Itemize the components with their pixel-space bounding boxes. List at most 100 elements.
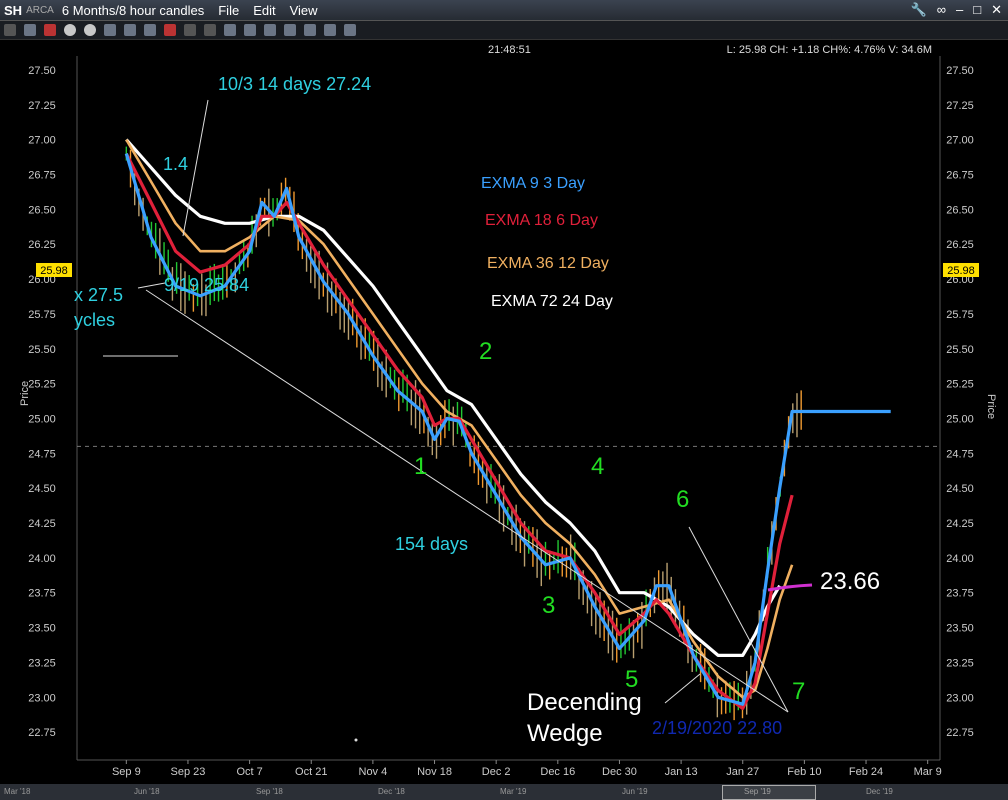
y-tick-left: 24.75 — [28, 448, 56, 460]
bars-icon[interactable] — [124, 24, 136, 36]
menu-edit[interactable]: Edit — [253, 3, 275, 18]
chart-toolbar — [0, 21, 1008, 40]
quote-readout: L: 25.98 CH: +1.18 CH%: 4.76% V: 34.6M — [727, 44, 932, 56]
y-tick-right: 24.25 — [946, 518, 974, 530]
time-navigator[interactable]: Mar '18 Jun '18 Sep '18 Dec '18 Mar '19 Jun '… — [0, 784, 1008, 800]
x-tick-label: Nov 18 — [417, 766, 452, 778]
annotation-level: 23.66 — [820, 568, 880, 595]
y-tick-left: 22.75 — [28, 727, 56, 739]
y-tick-left: 26.25 — [28, 239, 56, 251]
y-tick-right: 24.50 — [946, 483, 974, 495]
circle-icon[interactable] — [64, 24, 76, 36]
x-tick-label: Mar 9 — [914, 766, 942, 778]
menu-file[interactable]: File — [218, 3, 239, 18]
fib-icon[interactable] — [304, 24, 316, 36]
annotation-left-2: ycles — [74, 310, 115, 330]
y-tick-right: 25.25 — [946, 379, 974, 391]
dot-icon[interactable] — [84, 24, 96, 36]
time-range-handle[interactable] — [722, 785, 816, 800]
y-tick-left: 23.25 — [28, 657, 56, 669]
y-tick-left: 25.75 — [28, 309, 56, 321]
menu-bar: SH ARCA 6 Months/8 hour candles File Edi… — [0, 0, 1008, 21]
trendline-icon[interactable] — [204, 24, 216, 36]
timebar-label: Jun '18 — [134, 787, 160, 796]
x-tick-label: Feb 10 — [787, 766, 821, 778]
y-tick-right: 27.00 — [946, 135, 974, 147]
annotation-low: 9/19 25.84 — [164, 275, 249, 295]
annotation-small: 1.4 — [163, 154, 188, 174]
last-price-text-right: 25.98 — [947, 265, 975, 277]
x-tick-label: Nov 4 — [359, 766, 388, 778]
legend-exma-36: EXMA 36 12 Day — [487, 255, 609, 272]
price-axis-label-left: Price — [19, 381, 31, 406]
menu-view[interactable]: View — [290, 3, 318, 18]
legend-exma-18: EXMA 18 6 Day — [485, 212, 598, 229]
y-tick-right: 25.75 — [946, 309, 974, 321]
maximize-icon[interactable]: □ — [973, 2, 981, 18]
candles-icon[interactable] — [144, 24, 156, 36]
y-tick-left: 26.75 — [28, 169, 56, 181]
y-tick-left: 23.00 — [28, 692, 56, 704]
x-tick-label: Jan 27 — [726, 766, 759, 778]
price-axis-label-right: Price — [985, 394, 997, 419]
y-tick-right: 26.25 — [946, 239, 974, 251]
chart-type-icon[interactable] — [104, 24, 116, 36]
y-tick-right: 22.75 — [946, 727, 974, 739]
pin-icon[interactable] — [4, 24, 16, 36]
legend-exma-9: EXMA 9 3 Day — [481, 175, 585, 192]
exchange-label: ARCA — [26, 4, 54, 16]
y-tick-left: 23.50 — [28, 623, 56, 635]
indicator-icon[interactable] — [164, 24, 176, 36]
wrench-icon[interactable]: 🔧 — [911, 2, 927, 18]
y-tick-left: 24.50 — [28, 483, 56, 495]
x-tick-label: Sep 23 — [171, 766, 206, 778]
alert-icon[interactable] — [44, 24, 56, 36]
y-tick-right: 27.50 — [946, 65, 974, 77]
x-tick-label: Feb 24 — [849, 766, 883, 778]
y-tick-right: 24.00 — [946, 553, 974, 565]
last-price-text-left: 25.98 — [40, 265, 68, 277]
undo-icon[interactable] — [224, 24, 236, 36]
y-tick-left: 24.00 — [28, 553, 56, 565]
annotation-duration: 154 days — [395, 534, 468, 554]
y-tick-right: 26.50 — [946, 204, 974, 216]
x-tick-label: Dec 2 — [482, 766, 511, 778]
legend-exma-72: EXMA 72 24 Day — [491, 293, 613, 310]
annotation-top: 10/3 14 days 27.24 — [218, 74, 371, 94]
timebar-label: Sep '18 — [256, 787, 283, 796]
minimize-icon[interactable]: – — [956, 2, 963, 18]
y-tick-left: 25.25 — [28, 379, 56, 391]
redo-icon[interactable] — [244, 24, 256, 36]
settings-icon[interactable] — [344, 24, 356, 36]
zoom-out-icon[interactable] — [284, 24, 296, 36]
text-icon[interactable] — [324, 24, 336, 36]
wave-label-4: 4 — [591, 453, 604, 480]
x-tick-label: Sep 9 — [112, 766, 141, 778]
symbol-label[interactable]: SH — [4, 3, 22, 18]
stray-dot — [354, 738, 358, 742]
grid-icon[interactable] — [24, 24, 36, 36]
y-tick-left: 23.75 — [28, 588, 56, 600]
zoom-in-icon[interactable] — [264, 24, 276, 36]
timeframe-selector[interactable]: 6 Months/8 hour candles — [62, 3, 204, 18]
y-tick-right: 25.00 — [946, 413, 974, 425]
y-tick-right: 23.75 — [946, 588, 974, 600]
timebar-label: Mar '19 — [500, 787, 527, 796]
x-tick-label: Jan 13 — [665, 766, 698, 778]
crosshair-icon[interactable] — [184, 24, 196, 36]
x-tick-label: Dec 16 — [540, 766, 575, 778]
y-tick-left: 27.50 — [28, 65, 56, 77]
x-tick-label: Oct 7 — [236, 766, 262, 778]
wave-label-2: 2 — [479, 338, 492, 365]
link-icon[interactable]: ∞ — [937, 2, 946, 18]
annotation-left-1: x 27.5 — [74, 285, 123, 305]
timebar-label: Jun '19 — [622, 787, 648, 796]
wave-label-5: 5 — [625, 666, 638, 693]
x-tick-label: Oct 21 — [295, 766, 327, 778]
timebar-label: Dec '18 — [378, 787, 405, 796]
y-tick-left: 27.00 — [28, 135, 56, 147]
price-chart[interactable]: 27.50 27.50 27.25 27.25 27.00 27.00 26.75 26.75… — [0, 40, 1008, 784]
close-icon[interactable]: ✕ — [991, 2, 1002, 18]
wave-label-7: 7 — [792, 678, 805, 705]
clock-readout: 21:48:51 — [488, 44, 531, 56]
